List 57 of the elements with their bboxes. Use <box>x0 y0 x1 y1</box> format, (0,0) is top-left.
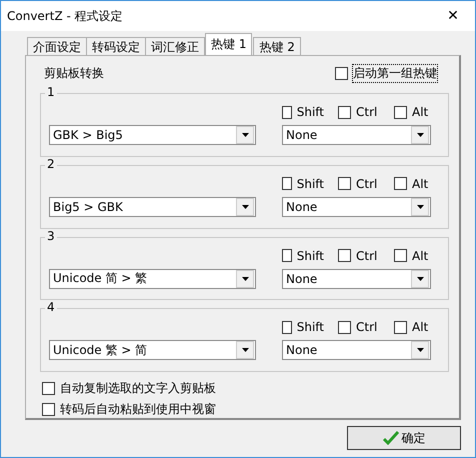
checkbox[interactable] <box>282 249 292 262</box>
ok-button[interactable]: 确定 <box>347 426 461 450</box>
checkbox-label: 启动第一组热键 <box>353 65 437 82</box>
checkbox[interactable] <box>394 106 407 119</box>
tab[interactable]: 热键 1 <box>205 33 252 55</box>
tab[interactable]: 词汇修正 <box>145 37 205 55</box>
dropdown-arrow-icon <box>242 204 248 209</box>
checkbox[interactable] <box>282 320 292 334</box>
checkbox[interactable] <box>338 320 351 334</box>
tab[interactable]: 热键 2 <box>253 37 301 55</box>
checkbox[interactable] <box>42 403 55 416</box>
checkbox[interactable] <box>394 249 407 262</box>
checkbox-label: 自动复制选取的文字入剪贴板 <box>60 380 216 398</box>
checkbox-label: Alt <box>412 105 428 120</box>
checkbox[interactable] <box>335 67 348 80</box>
checkbox-label: Ctrl <box>356 105 378 120</box>
key-dropdown[interactable]: None <box>282 340 431 360</box>
dropdown-arrow-icon <box>242 133 248 138</box>
key-dropdown[interactable]: None <box>282 268 431 288</box>
checkbox[interactable] <box>338 177 351 190</box>
checkbox-label: 转码后自动粘贴到使用中视窗 <box>60 401 216 418</box>
checkbox[interactable] <box>282 177 292 190</box>
checkbox[interactable] <box>282 106 292 119</box>
checkbox-label: Shift <box>296 320 324 334</box>
checkbox[interactable] <box>394 177 407 190</box>
window-title: ConvertZ - 程式设定 <box>7 8 123 24</box>
conversion-dropdown[interactable]: GBK > Big5 <box>49 125 256 146</box>
dropdown-arrow-icon <box>416 133 424 138</box>
group-title: 2 <box>45 156 57 171</box>
dropdown-arrow-icon <box>416 204 424 209</box>
checkbox[interactable] <box>338 106 351 119</box>
dropdown-arrow-icon <box>416 348 424 352</box>
conversion-dropdown[interactable]: Unicode 繁 > 简 <box>49 340 256 360</box>
dropdown-arrow-icon <box>242 276 248 280</box>
section-label: 剪贴板转换 <box>44 65 104 82</box>
checkbox-label: Ctrl <box>356 248 378 262</box>
key-dropdown[interactable]: None <box>282 125 431 146</box>
checkbox[interactable] <box>338 249 351 262</box>
checkbox-label: Alt <box>412 176 428 191</box>
dropdown-arrow-icon <box>416 276 424 280</box>
checkbox-label: Shift <box>296 248 324 262</box>
dropdown-arrow-icon <box>242 348 248 352</box>
checkbox-label: Shift <box>296 105 324 120</box>
tab[interactable]: 介面设定 <box>27 37 87 55</box>
conversion-dropdown[interactable]: Unicode 简 > 繁 <box>49 268 256 288</box>
key-dropdown[interactable]: None <box>282 196 431 217</box>
checkbox-label: Ctrl <box>356 176 378 191</box>
conversion-dropdown[interactable]: Big5 > GBK <box>49 196 256 217</box>
group-title: 3 <box>45 228 57 243</box>
checkbox[interactable] <box>42 382 55 396</box>
checkbox-label: Shift <box>296 176 324 191</box>
checkbox-label: Alt <box>412 320 428 334</box>
checkbox[interactable] <box>394 320 407 334</box>
checkbox-label: Alt <box>412 248 428 262</box>
tab[interactable]: 转码设定 <box>86 37 146 55</box>
check-icon <box>382 431 398 445</box>
checkbox-label: Ctrl <box>356 320 378 334</box>
